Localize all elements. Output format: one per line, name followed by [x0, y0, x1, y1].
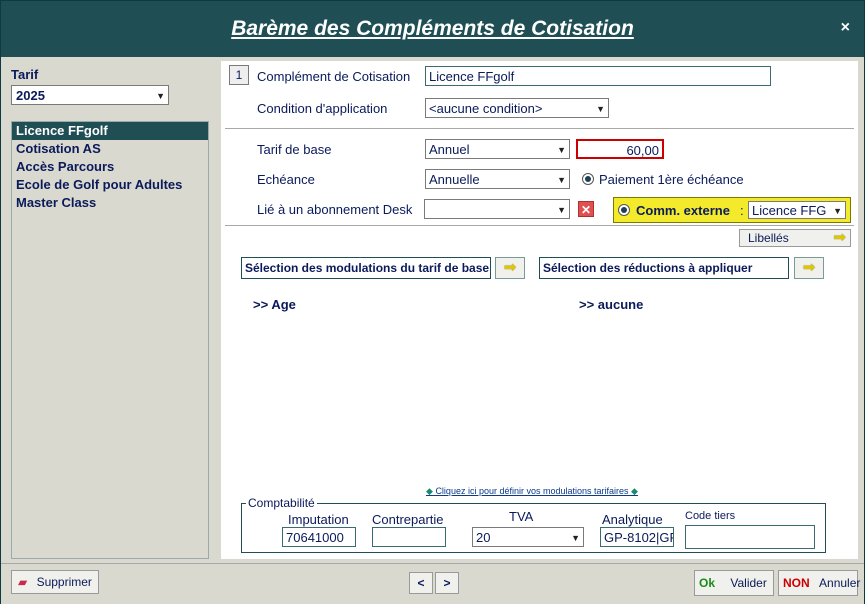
annuler-button[interactable]: NON Annuler	[778, 570, 861, 596]
list-item[interactable]: Ecole de Golf pour Adultes	[12, 176, 208, 194]
list-item[interactable]: Accès Parcours	[12, 158, 208, 176]
tarif-base-label: Tarif de base	[257, 142, 332, 157]
year-select[interactable]: 2025 ▼	[11, 85, 169, 105]
divider	[225, 128, 854, 129]
codetiers-label: Code tiers	[685, 510, 736, 522]
analytique-label: Analytique	[602, 512, 663, 527]
paiement-radio[interactable]	[582, 173, 594, 185]
codetiers-input[interactable]	[685, 525, 815, 549]
amount-input[interactable]: 60,00	[576, 139, 664, 159]
arrow-right-icon: ➡	[503, 259, 517, 276]
list-item[interactable]: Licence FFgolf	[12, 122, 208, 140]
analytique-input[interactable]: GP-8102|GP	[600, 527, 674, 547]
arrow-right-icon: ➡	[802, 259, 816, 276]
title-bar: Barème des Compléments de Cotisation ×	[1, 1, 864, 57]
libelles-button[interactable]: Libellés ➡	[739, 229, 851, 247]
clear-icon[interactable]: ✕	[578, 201, 594, 217]
close-icon[interactable]: ×	[841, 19, 850, 37]
comm-externe-group: Comm. externe : Licence FFG ▼	[613, 197, 851, 223]
comptabilite-group: Comptabilité Imputation 70641000 Contrep…	[241, 496, 826, 553]
chevron-down-icon: ▼	[156, 91, 165, 101]
lie-label: Lié à un abonnement Desk	[257, 202, 413, 217]
contrepartie-input[interactable]	[372, 527, 446, 547]
annuler-label: Annuler	[819, 576, 861, 590]
modulations-link[interactable]: ◆ Cliquez ici pour définir vos modulatio…	[426, 486, 638, 497]
tarif-base-select[interactable]: Annuel ▼	[425, 139, 570, 159]
valider-label: Valider	[730, 576, 767, 590]
condition-value: <aucune condition>	[429, 101, 543, 116]
year-value: 2025	[16, 88, 45, 103]
diamond-icon: ◆	[631, 486, 638, 496]
echeance-select[interactable]: Annuelle ▼	[425, 169, 570, 189]
supprimer-button[interactable]: ▰ Supprimer	[11, 570, 99, 594]
diamond-icon: ◆	[426, 486, 433, 496]
tarif-label: Tarif	[11, 67, 39, 82]
tva-label: TVA	[509, 509, 534, 524]
chevron-down-icon: ▼	[557, 145, 566, 155]
index-badge: 1	[229, 65, 249, 85]
lie-select[interactable]: ▼	[424, 199, 570, 219]
tarif-sidebar: Tarif 2025 ▼ Licence FFgolf Cotisation A…	[7, 61, 217, 559]
reductions-button[interactable]: ➡	[794, 257, 824, 279]
chevron-down-icon: ▼	[596, 104, 605, 114]
contrepartie-label: Contrepartie	[372, 512, 444, 527]
prev-button[interactable]: <	[409, 572, 433, 594]
supprimer-label: Supprimer	[36, 575, 92, 589]
non-label: NON	[783, 576, 810, 590]
comm-externe-select[interactable]: Licence FFG ▼	[748, 201, 846, 219]
divider	[225, 225, 854, 226]
imputation-input[interactable]: 70641000	[282, 527, 356, 547]
paiement-label: Paiement 1ère échéance	[599, 172, 744, 187]
chevron-down-icon: ▼	[557, 205, 566, 215]
condition-select[interactable]: <aucune condition> ▼	[425, 98, 609, 118]
libelles-label: Libellés	[748, 231, 789, 245]
base-modulations-label: Sélection des modulations du tarif de ba…	[241, 257, 491, 279]
reductions-label: Sélection des réductions à appliquer	[539, 257, 789, 279]
list-item[interactable]: Cotisation AS	[12, 140, 208, 158]
valider-button[interactable]: Ok Valider	[694, 570, 774, 596]
comm-externe-sep: :	[740, 203, 744, 218]
main-panel: 1 Complément de Cotisation Licence FFgol…	[221, 61, 858, 559]
comm-externe-radio[interactable]	[618, 204, 630, 216]
next-button[interactable]: >	[435, 572, 459, 594]
modulations-link-text: Cliquez ici pour définir vos modulations…	[435, 486, 629, 496]
echeance-label: Echéance	[257, 172, 315, 187]
complement-input[interactable]: Licence FFgolf	[425, 66, 771, 86]
complement-label: Complément de Cotisation	[257, 69, 411, 84]
dialog-window: Barème des Compléments de Cotisation × T…	[0, 0, 865, 604]
footer-bar: ▰ Supprimer < > Ok Valider NON Annuler	[1, 563, 864, 604]
tva-select[interactable]: 20 ▼	[472, 527, 584, 547]
list-item[interactable]: Master Class	[12, 194, 208, 212]
base-modulations-button[interactable]: ➡	[495, 257, 525, 279]
tarif-base-value: Annuel	[429, 142, 470, 157]
comm-externe-label: Comm. externe	[636, 203, 730, 218]
chevron-down-icon: ▼	[557, 175, 566, 185]
chevron-down-icon: ▼	[571, 533, 580, 543]
comptabilite-legend: Comptabilité	[246, 496, 317, 510]
base-modulation-value: >> Age	[253, 297, 296, 312]
complement-list: Licence FFgolf Cotisation AS Accès Parco…	[11, 121, 209, 559]
imputation-label: Imputation	[288, 512, 349, 527]
comm-externe-value: Licence FFG	[752, 203, 827, 218]
reductions-value: >> aucune	[579, 297, 644, 312]
ok-label: Ok	[699, 576, 716, 590]
condition-label: Condition d'application	[257, 101, 388, 116]
window-title: Barème des Compléments de Cotisation	[231, 17, 634, 40]
echeance-value: Annuelle	[429, 172, 480, 187]
eraser-icon: ▰	[18, 575, 28, 589]
tva-value: 20	[476, 530, 491, 545]
chevron-down-icon: ▼	[833, 206, 842, 216]
arrow-right-icon: ➡	[833, 229, 846, 246]
